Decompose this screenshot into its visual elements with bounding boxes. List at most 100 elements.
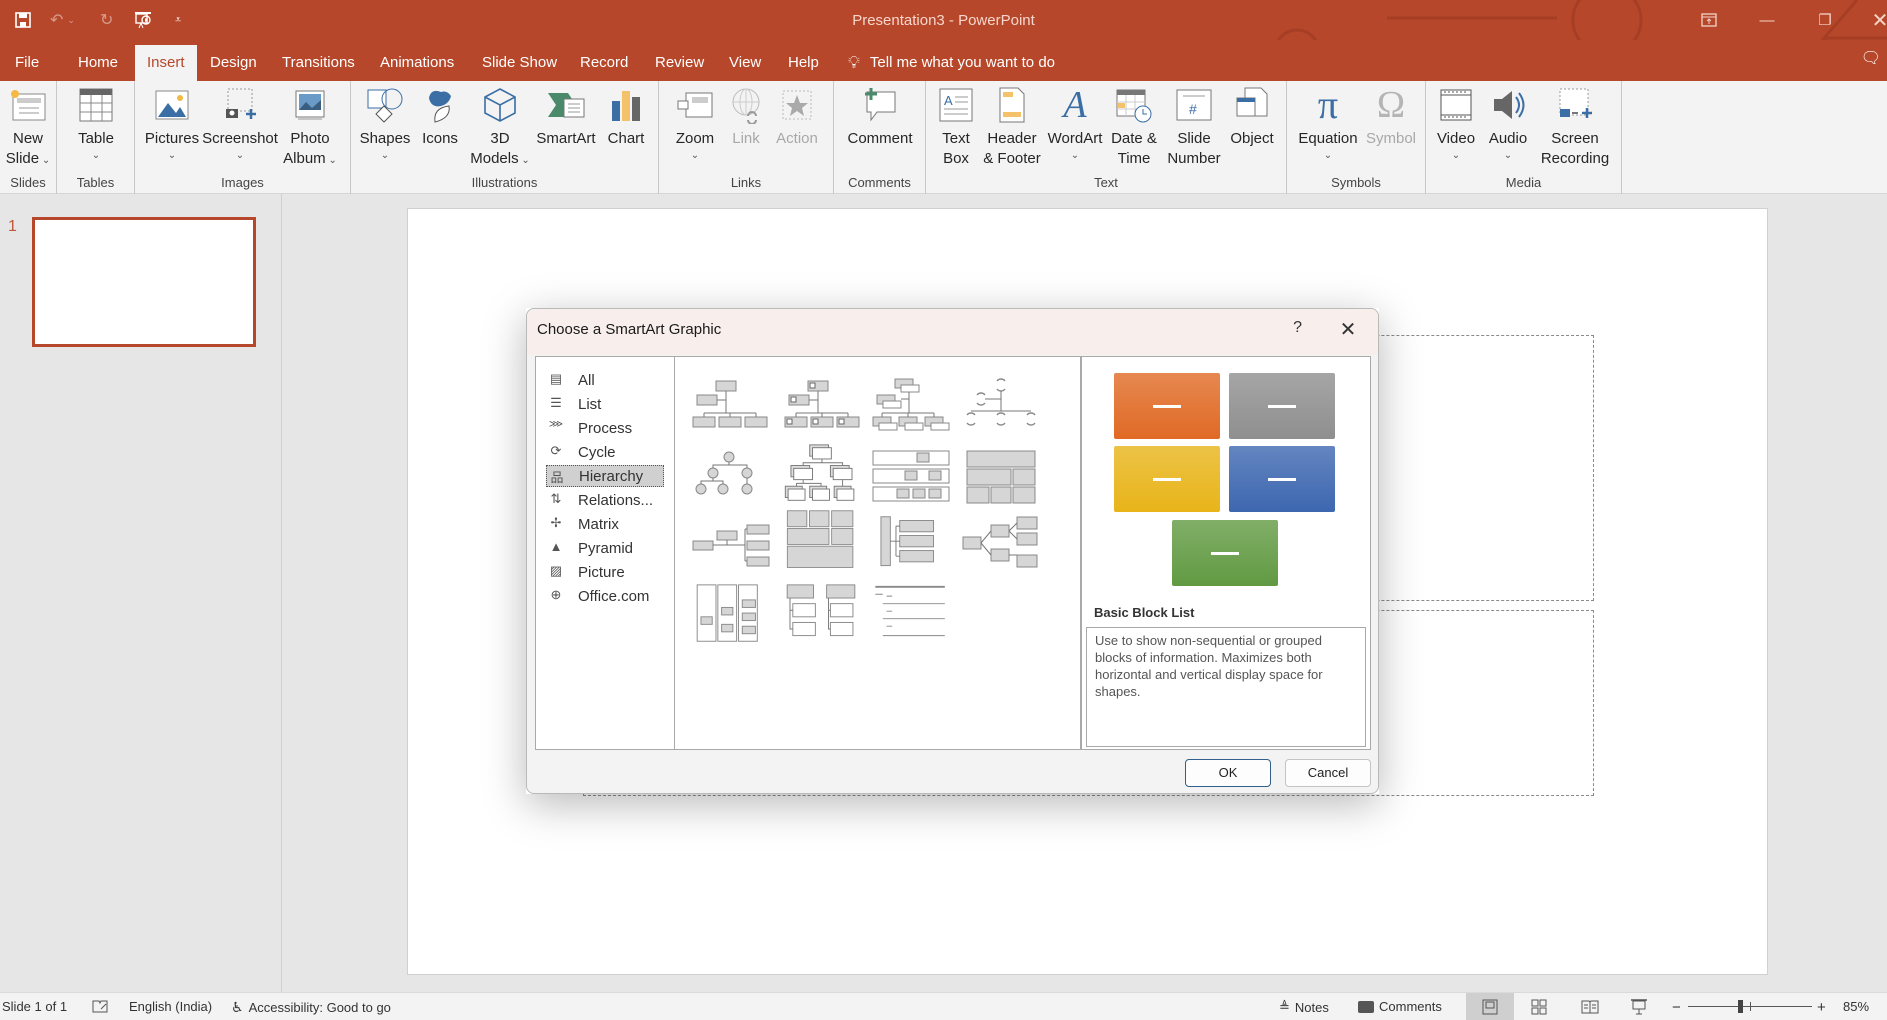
video-button[interactable]: Video ⌄ (1430, 85, 1482, 163)
tab-design[interactable]: Design (198, 45, 269, 81)
tab-home[interactable]: Home (66, 45, 130, 81)
language-indicator[interactable]: English (India) (129, 999, 212, 1014)
audio-button[interactable]: Audio ⌄ (1482, 85, 1534, 163)
gallery-item-half-circle-org-chart[interactable] (961, 377, 1041, 439)
gallery-item-name-and-title-org-chart[interactable] (871, 377, 951, 439)
close-icon[interactable]: ✕ (1855, 6, 1887, 34)
date-time-button[interactable]: Date & Time (1106, 85, 1162, 169)
group-text: A Text Box Header & Footer A WordArt ⌄ Da… (926, 81, 1287, 194)
new-slide-button[interactable]: New Slide ⌄ (2, 85, 54, 169)
tab-help[interactable]: Help (776, 45, 831, 81)
comments-button[interactable]: Comments (1358, 999, 1442, 1014)
normal-view-button[interactable] (1466, 993, 1514, 1020)
gallery-item-architecture-layout[interactable] (781, 509, 861, 571)
reading-view-icon[interactable] (1581, 999, 1599, 1018)
svg-text:#: # (1189, 101, 1197, 117)
spelling-check-icon[interactable] (92, 999, 108, 1014)
slide-sorter-view-icon[interactable] (1531, 999, 1547, 1018)
slide-indicator[interactable]: Slide 1 of 1 (2, 999, 67, 1014)
group-label: Links (730, 175, 762, 190)
object-button[interactable]: Object (1224, 85, 1280, 149)
slide-thumbnail[interactable] (32, 217, 256, 347)
gallery-item-hierarchy-list-2[interactable] (781, 583, 861, 645)
gallery-item-organization-chart[interactable] (691, 377, 771, 439)
gallery-item-labeled-hierarchy[interactable] (871, 447, 951, 509)
text-box-icon: A (936, 85, 976, 125)
screenshot-button[interactable]: Screenshot ⌄ (202, 85, 278, 163)
gallery-item-circle-picture-hierarchy[interactable] (691, 449, 771, 511)
category-pyramid[interactable]: ▲ Pyramid (546, 537, 664, 559)
photo-album-button[interactable]: Photo Album ⌄ (277, 85, 343, 169)
tab-animations[interactable]: Animations (368, 45, 466, 81)
pictures-button[interactable]: Pictures ⌄ (141, 85, 203, 163)
screen-recording-button[interactable]: Screen Recording (1534, 85, 1616, 169)
tab-view[interactable]: View (717, 45, 773, 81)
gallery-item-table-list[interactable] (871, 583, 951, 645)
slide-show-view-icon[interactable] (1630, 998, 1648, 1019)
group-label: Comments (848, 175, 911, 190)
ok-button[interactable]: OK (1185, 759, 1271, 787)
tab-insert[interactable]: Insert (135, 45, 197, 81)
equation-button[interactable]: π Equation ⌄ (1293, 85, 1363, 163)
gallery-item-hierarchy-list[interactable] (691, 583, 771, 645)
group-label: Illustrations (471, 175, 538, 190)
tab-review[interactable]: Review (643, 45, 716, 81)
comments-pane-icon[interactable]: 🗨︎ (1861, 48, 1881, 68)
gallery-item-horizontal-org-chart[interactable] (691, 517, 771, 579)
ribbon-display-options-icon[interactable] (1684, 6, 1734, 34)
gallery-item-picture-org-chart[interactable] (781, 377, 861, 439)
tab-slide-show[interactable]: Slide Show (470, 45, 569, 81)
svg-text:A: A (944, 93, 953, 108)
lightbulb-icon: 💡︎ (848, 53, 860, 72)
tell-me-search[interactable]: 💡︎ Tell me what you want to do (848, 45, 1055, 81)
zoom-in-button[interactable]: + (1817, 999, 1826, 1016)
wordart-button[interactable]: A WordArt ⌄ (1046, 85, 1104, 163)
tab-record[interactable]: Record (568, 45, 640, 81)
minimize-icon[interactable]: — (1742, 6, 1792, 34)
tab-file[interactable]: File (3, 45, 51, 81)
cancel-button[interactable]: Cancel (1285, 759, 1371, 787)
link-icon (726, 85, 766, 125)
help-button[interactable]: ? (1293, 319, 1302, 337)
slide-number-button[interactable]: # Slide Number (1164, 85, 1224, 169)
icons-button[interactable]: Icons (415, 85, 465, 149)
dialog-close-icon[interactable]: ✕ (1336, 317, 1360, 341)
category-office-com[interactable]: ⊕ Office.com (546, 585, 664, 607)
group-symbols: π Equation ⌄ Ω Symbol Symbols (1287, 81, 1426, 194)
gallery-item-horizontal-multi-level-hierarchy[interactable] (961, 513, 1041, 575)
restore-icon[interactable]: ❐ (1800, 6, 1850, 34)
action-button[interactable]: Action (769, 85, 825, 149)
link-button[interactable]: Link (723, 85, 769, 149)
gallery-item-hierarchy[interactable] (781, 443, 861, 505)
symbol-button[interactable]: Ω Symbol (1363, 85, 1419, 149)
zoom-out-button[interactable]: − (1672, 999, 1681, 1016)
gallery-item-table-hierarchy[interactable] (961, 447, 1041, 509)
accessibility-status[interactable]: ♿︎ Accessibility: Good to go (231, 999, 391, 1016)
gallery-item-lined-list-hierarchy[interactable] (871, 513, 951, 575)
zoom-slider-thumb[interactable] (1738, 1000, 1744, 1013)
speaker-icon (1488, 85, 1528, 125)
category-relationship[interactable]: ⇅ Relations... (546, 489, 664, 511)
tab-transitions[interactable]: Transitions (270, 45, 367, 81)
3d-cube-icon (480, 85, 520, 125)
table-button[interactable]: Table ⌄ (67, 85, 125, 163)
3d-models-button[interactable]: 3D Models ⌄ (467, 85, 533, 169)
chart-button[interactable]: Chart (601, 85, 651, 149)
category-picture[interactable]: ▨ Picture (546, 561, 664, 583)
smartart-button[interactable]: SmartArt (531, 85, 601, 149)
notes-button[interactable]: ≜ Notes (1279, 999, 1329, 1015)
header-footer-button[interactable]: Header & Footer (980, 85, 1044, 169)
zoom-button[interactable]: Zoom ⌄ (667, 85, 723, 163)
comment-button[interactable]: Comment (842, 85, 918, 149)
preview-layout-name: Basic Block List (1094, 605, 1195, 620)
category-list-item[interactable]: ☰ List (546, 393, 664, 415)
category-all[interactable]: ▤ All (546, 369, 664, 391)
category-cycle[interactable]: ⟳ Cycle (546, 441, 664, 463)
category-matrix[interactable]: ✢ Matrix (546, 513, 664, 535)
text-box-button[interactable]: A Text Box (934, 85, 978, 169)
category-hierarchy[interactable]: 品 Hierarchy (546, 465, 664, 487)
zoom-level[interactable]: 85% (1843, 999, 1869, 1014)
shapes-button[interactable]: Shapes ⌄ (357, 85, 413, 163)
category-process[interactable]: ⋙ Process (546, 417, 664, 439)
zoom-slider-track[interactable] (1688, 1000, 1812, 1013)
